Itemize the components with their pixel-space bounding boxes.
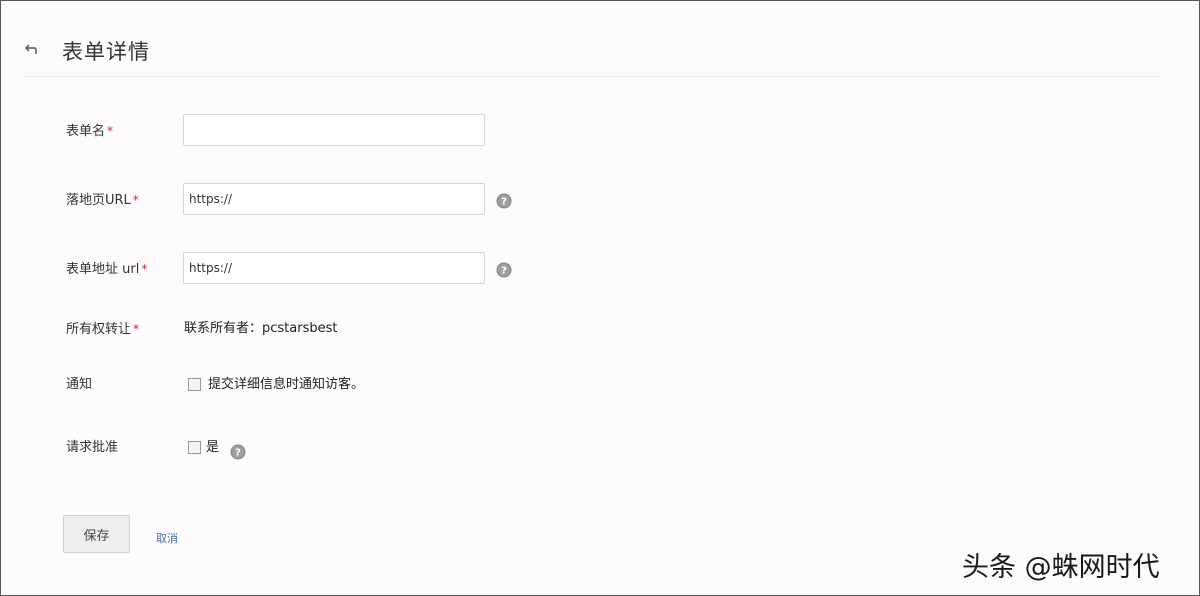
request-approval-checkbox-label[interactable]: 是	[206, 431, 219, 465]
notify-row: 通知 提交详细信息时通知访客。	[0, 368, 1200, 402]
question-circle-icon[interactable]: ?	[496, 193, 512, 209]
request-approval-checkbox[interactable]	[188, 441, 201, 454]
notify-checkbox[interactable]	[188, 378, 201, 391]
request-approval-row: 请求批准 是 ?	[0, 431, 1200, 465]
notify-label: 通知	[66, 377, 93, 392]
page-header: 表单详情	[24, 34, 1160, 77]
watermark-text: 头条 @蛛网时代	[962, 552, 1160, 583]
request-approval-label: 请求批准	[66, 440, 119, 455]
landing-url-input[interactable]	[183, 183, 485, 215]
question-circle-icon[interactable]: ?	[496, 262, 512, 278]
form-address-url-input[interactable]	[183, 252, 485, 284]
ownership-row: 所有权转让 * 联系所有者：pcstarsbest	[0, 312, 1200, 346]
page-title: 表单详情	[62, 40, 150, 64]
svg-text:?: ?	[501, 266, 507, 277]
form-name-label: 表单名 *	[66, 124, 114, 139]
svg-text:?: ?	[235, 448, 241, 459]
required-mark: *	[132, 193, 139, 207]
question-circle-icon[interactable]: ?	[230, 444, 246, 460]
form-address-url-row: 表单地址 url* ?	[0, 252, 1200, 286]
ownership-value: 联系所有者：pcstarsbest	[184, 321, 338, 336]
svg-text:?: ?	[501, 197, 507, 208]
required-mark: *	[133, 322, 140, 336]
landing-url-row: 落地页URL* ?	[0, 183, 1200, 217]
ownership-label: 所有权转让 *	[66, 322, 140, 337]
form-name-input[interactable]	[183, 114, 485, 146]
form-address-url-label: 表单地址 url *	[66, 262, 148, 277]
form-name-row: 表单名 *	[0, 114, 1200, 148]
save-button[interactable]: 保存	[63, 515, 130, 553]
required-mark: *	[141, 262, 148, 276]
page-frame	[0, 0, 1200, 596]
back-arrow-icon[interactable]	[24, 40, 42, 58]
cancel-link[interactable]: 取消	[156, 530, 178, 546]
notify-checkbox-label[interactable]: 提交详细信息时通知访客。	[208, 368, 364, 402]
required-mark: *	[107, 124, 114, 138]
landing-url-label: 落地页URL *	[66, 193, 139, 208]
